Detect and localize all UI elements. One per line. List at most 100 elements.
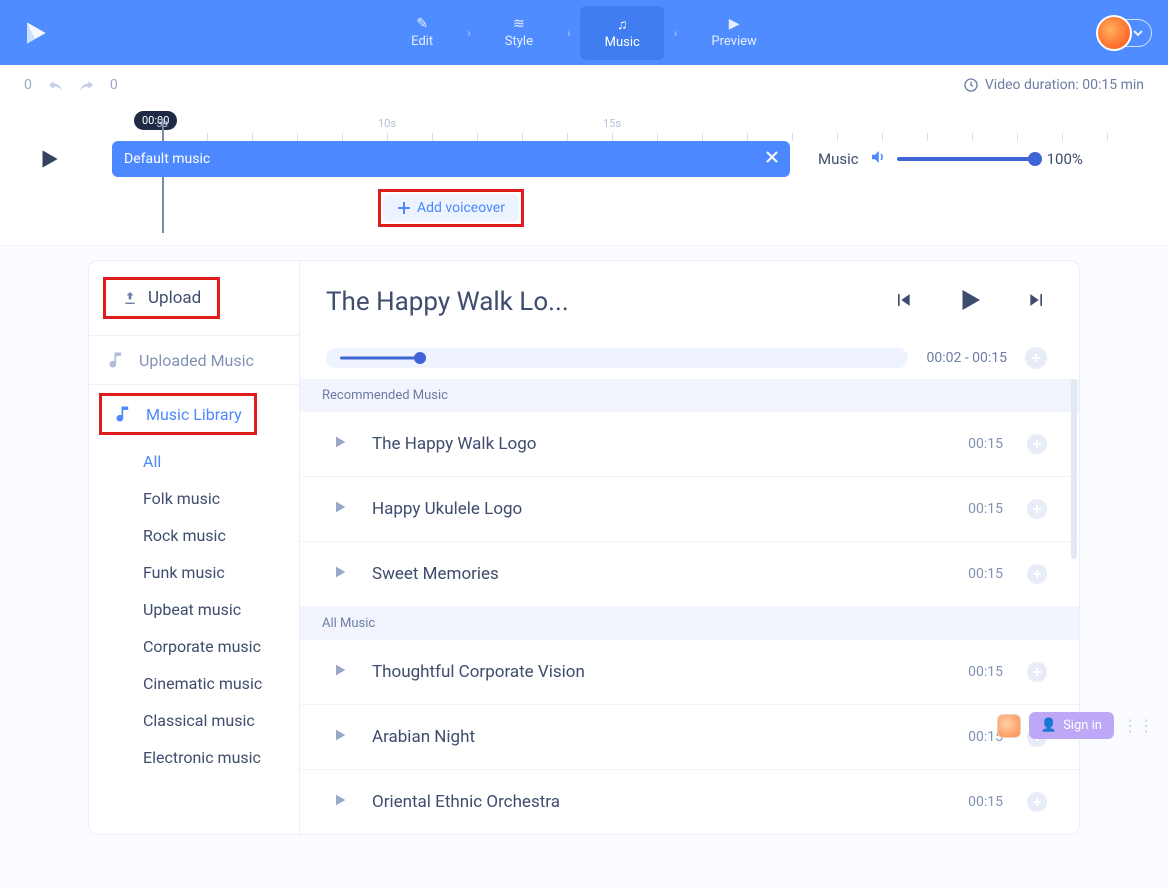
account-menu[interactable] bbox=[1096, 15, 1152, 51]
ruler-tick: 10s bbox=[378, 117, 396, 130]
info-bar: 0 0 Video duration: 00:15 min bbox=[0, 65, 1168, 105]
play-icon: ▶ bbox=[729, 16, 740, 32]
track-name: Oriental Ethnic Orchestra bbox=[372, 792, 944, 812]
wizard-step-music[interactable]: ♫ Music bbox=[581, 6, 664, 60]
remove-music-button[interactable] bbox=[766, 151, 778, 167]
wizard-step-preview[interactable]: ▶ Preview bbox=[687, 6, 780, 59]
redo-count: 0 bbox=[110, 77, 118, 93]
callout-highlight: Upload bbox=[103, 277, 220, 319]
track-play-button[interactable] bbox=[332, 434, 348, 454]
category-item[interactable]: Rock music bbox=[89, 517, 299, 554]
track-row[interactable]: Sweet Memories 00:15 bbox=[300, 542, 1079, 607]
track-row[interactable]: The Happy Walk Logo 00:15 bbox=[300, 412, 1079, 477]
app-logo bbox=[0, 17, 70, 49]
style-icon: ≋ bbox=[513, 16, 525, 32]
track-duration: 00:15 bbox=[968, 501, 1003, 517]
player-next-button[interactable] bbox=[1027, 290, 1047, 314]
category-item[interactable]: Folk music bbox=[89, 480, 299, 517]
volume-slider[interactable] bbox=[897, 157, 1037, 161]
sidebar-item-music-library[interactable]: Music Library bbox=[104, 398, 252, 430]
player-time-text: 00:02 - 00:15 bbox=[926, 350, 1007, 366]
sidebar-item-label: Music Library bbox=[146, 405, 242, 424]
track-play-button[interactable] bbox=[332, 727, 348, 747]
sidebar-item-uploaded-music[interactable]: Uploaded Music bbox=[89, 336, 299, 385]
chevron-right-icon: › bbox=[674, 26, 678, 40]
scrollbar[interactable] bbox=[1071, 379, 1077, 559]
track-name: Happy Ukulele Logo bbox=[372, 499, 944, 519]
track-row[interactable]: Thoughtful Corporate Vision00:15 bbox=[300, 640, 1079, 705]
timeline-music-clip[interactable]: Default music bbox=[112, 141, 790, 177]
category-item[interactable]: Electronic music bbox=[89, 739, 299, 776]
undo-button[interactable] bbox=[46, 76, 64, 94]
track-add-button[interactable] bbox=[1027, 662, 1047, 682]
signin-button[interactable]: 👤 Sign in bbox=[1029, 712, 1114, 739]
track-section-header: Recommended Music bbox=[300, 379, 1079, 412]
callout-highlight: Add voiceover bbox=[378, 189, 524, 227]
add-voiceover-button[interactable]: Add voiceover bbox=[383, 194, 519, 222]
volume-icon[interactable] bbox=[869, 148, 887, 170]
player-add-button[interactable] bbox=[1025, 347, 1047, 369]
callout-highlight: Music Library bbox=[99, 393, 257, 435]
player-play-button[interactable] bbox=[955, 285, 985, 319]
track-name: Arabian Night bbox=[372, 727, 944, 747]
user-icon: 👤 bbox=[1041, 718, 1057, 733]
track-add-button[interactable] bbox=[1027, 434, 1047, 454]
add-voiceover-label: Add voiceover bbox=[417, 200, 505, 216]
music-categories: AllFolk musicRock musicFunk musicUpbeat … bbox=[89, 439, 299, 796]
volume-label: Music bbox=[818, 150, 859, 168]
track-play-button[interactable] bbox=[332, 564, 348, 584]
main-panel: Upload Uploaded Music Music Library AllF… bbox=[0, 246, 1168, 835]
track-play-button[interactable] bbox=[332, 792, 348, 812]
wizard-step-edit[interactable]: ✎ Edit bbox=[387, 6, 457, 59]
track-add-button[interactable] bbox=[1027, 499, 1047, 519]
timeline: 00:00 5s 10s 15s Default music Music 100… bbox=[0, 105, 1168, 246]
track-duration: 00:15 bbox=[968, 794, 1003, 810]
video-duration: Video duration: 00:15 min bbox=[963, 77, 1144, 93]
track-row[interactable]: Happy Ukulele Logo 00:15 bbox=[300, 477, 1079, 542]
track-play-button[interactable] bbox=[332, 499, 348, 519]
track-name: Sweet Memories bbox=[372, 564, 944, 584]
upload-label: Upload bbox=[148, 288, 201, 308]
upload-button[interactable]: Upload bbox=[108, 282, 215, 314]
track-row[interactable]: Oriental Ethnic Orchestra 00:15 bbox=[300, 770, 1079, 834]
track-section-header: All Music bbox=[300, 607, 1079, 640]
track-name: The Happy Walk Logo bbox=[372, 434, 944, 454]
wizard-step-label: Edit bbox=[411, 34, 433, 49]
category-item[interactable]: All bbox=[89, 443, 299, 480]
track-add-button[interactable] bbox=[1027, 564, 1047, 584]
wizard-step-label: Preview bbox=[711, 34, 756, 49]
video-duration-text: Video duration: 00:15 min bbox=[985, 77, 1144, 93]
track-duration: 00:15 bbox=[968, 566, 1003, 582]
player-seek-bar[interactable] bbox=[326, 348, 908, 368]
drag-handle-icon[interactable]: ⋮⋮ bbox=[1122, 716, 1154, 735]
wizard-steps: ✎ Edit › ≋ Style › ♫ Music › ▶ Preview bbox=[387, 6, 781, 60]
chevron-right-icon: › bbox=[467, 26, 471, 40]
category-item[interactable]: Cinematic music bbox=[89, 665, 299, 702]
chevron-right-icon: › bbox=[567, 26, 571, 40]
history-controls: 0 0 bbox=[24, 76, 118, 94]
track-add-button[interactable] bbox=[1027, 792, 1047, 812]
track-row[interactable]: Arabian Night00:15 bbox=[300, 705, 1079, 770]
music-content: The Happy Walk Lo... 00:02 bbox=[300, 260, 1080, 835]
volume-value: 100% bbox=[1047, 150, 1083, 168]
track-play-button[interactable] bbox=[332, 662, 348, 682]
track-duration: 00:15 bbox=[968, 664, 1003, 680]
avatar bbox=[1096, 15, 1132, 51]
wizard-step-label: Style bbox=[505, 34, 533, 49]
current-track-title: The Happy Walk Lo... bbox=[326, 287, 569, 317]
redo-button[interactable] bbox=[78, 76, 96, 94]
sidebar-item-label: Uploaded Music bbox=[139, 351, 254, 370]
timeline-music-label: Default music bbox=[124, 151, 210, 167]
player-prev-button[interactable] bbox=[893, 290, 913, 314]
wizard-step-style[interactable]: ≋ Style bbox=[481, 6, 557, 59]
category-item[interactable]: Funk music bbox=[89, 554, 299, 591]
app-header: ✎ Edit › ≋ Style › ♫ Music › ▶ Preview bbox=[0, 0, 1168, 65]
wizard-step-label: Music bbox=[605, 35, 640, 50]
signin-label: Sign in bbox=[1063, 718, 1102, 733]
category-item[interactable]: Upbeat music bbox=[89, 591, 299, 628]
floating-signin: 👤 Sign in ⋮⋮ bbox=[997, 712, 1154, 739]
track-duration: 00:15 bbox=[968, 436, 1003, 452]
category-item[interactable]: Corporate music bbox=[89, 628, 299, 665]
timeline-play-button[interactable] bbox=[36, 146, 62, 172]
category-item[interactable]: Classical music bbox=[89, 702, 299, 739]
